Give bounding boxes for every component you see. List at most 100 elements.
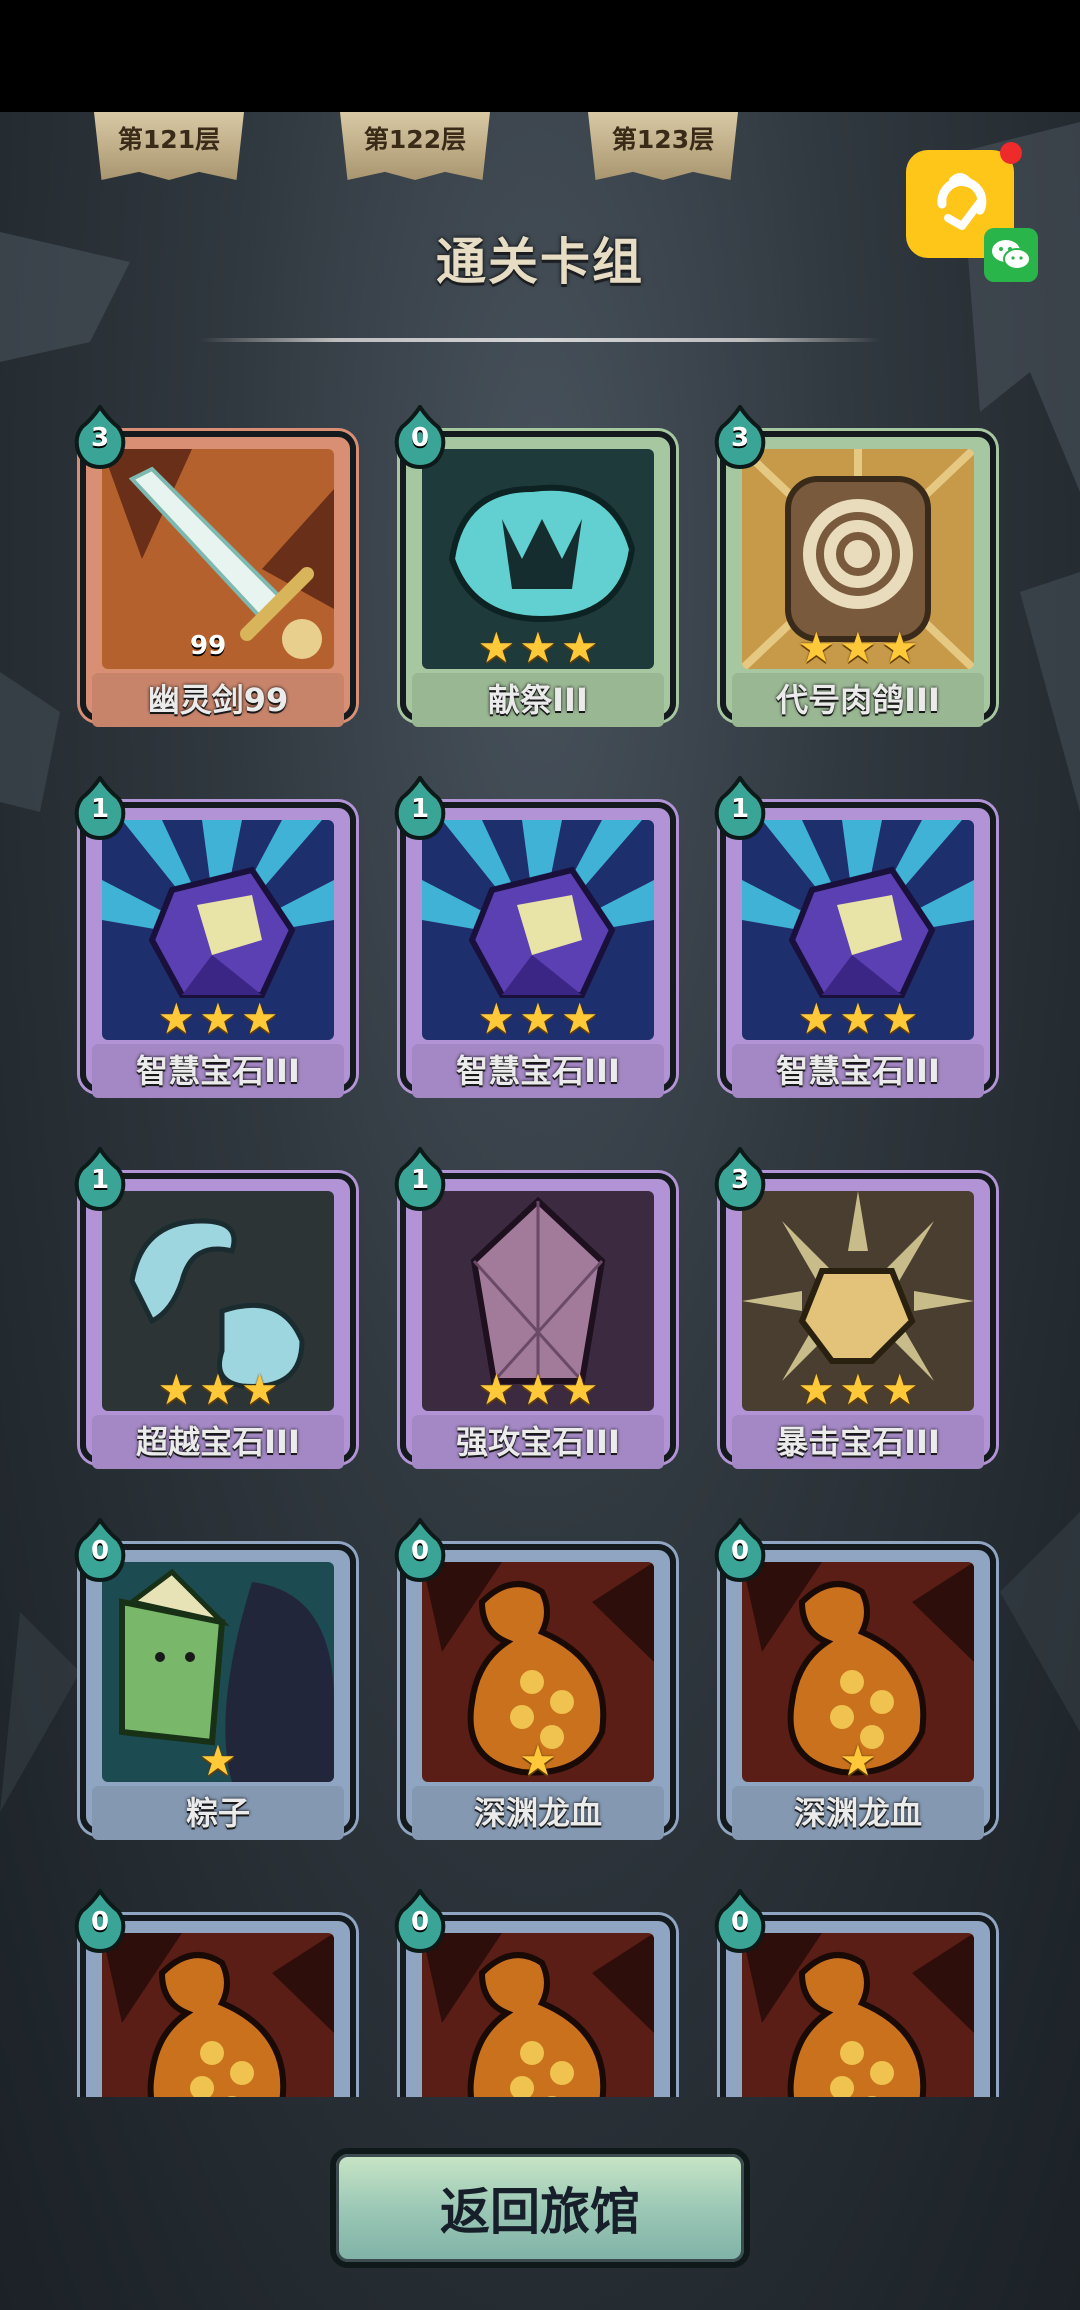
deck-card[interactable]: ★ ★ ★ 强攻宝石III 1 <box>394 1145 676 1469</box>
return-inn-label: 返回旅馆 <box>440 2183 640 2241</box>
energy-cost-icon: 1 <box>712 774 768 842</box>
star-rating: ★ ★ ★ <box>400 1369 676 1411</box>
energy-cost-value: 0 <box>410 423 430 453</box>
floor-label: 第123层 <box>611 125 715 154</box>
star-icon: ★ <box>519 623 557 672</box>
deck-card[interactable]: ★ ★ ★ 超越宝石III 1 <box>74 1145 356 1469</box>
energy-cost-icon: 0 <box>72 1516 128 1584</box>
card-name: 幽灵剑99 <box>92 673 344 727</box>
energy-cost-icon: 0 <box>712 1887 768 1955</box>
star-icon: ★ <box>797 623 836 672</box>
energy-cost-value: 3 <box>730 423 750 453</box>
energy-cost-icon: 0 <box>712 1516 768 1584</box>
star-icon: ★ <box>199 994 237 1043</box>
energy-cost-value: 1 <box>410 794 430 824</box>
card-deck-grid[interactable]: 99 幽灵剑99 3 ★ ★ ★ 献祭III 0 ★ ★ ★ 代号肉鸽III 3 ★ ★ ★ 智慧宝石III 1 ★… <box>0 395 1080 2097</box>
energy-cost-icon: 0 <box>392 1887 448 1955</box>
deck-card[interactable]: ★ ★ ★ 智慧宝石III 1 <box>74 774 356 1098</box>
star-rating: ★ ★ ★ <box>400 998 676 1040</box>
star-icon: ★ <box>157 1365 196 1414</box>
energy-cost-value: 3 <box>90 423 110 453</box>
star-icon: ★ <box>477 623 516 672</box>
deck-card[interactable]: ★ ★ ★ 暴击宝石III 3 <box>714 1145 996 1469</box>
star-icon: ★ <box>560 623 599 672</box>
energy-cost-value: 0 <box>730 1536 750 1566</box>
star-icon: ★ <box>477 1365 516 1414</box>
deck-card[interactable]: ★ 深渊龙血 0 <box>394 1516 676 1840</box>
star-icon: ★ <box>519 994 557 1043</box>
deck-card[interactable]: 99 幽灵剑99 3 <box>74 403 356 727</box>
star-icon: ★ <box>797 1365 836 1414</box>
star-icon: ★ <box>880 1365 919 1414</box>
energy-cost-value: 0 <box>410 1907 430 1937</box>
star-icon: ★ <box>199 1365 237 1414</box>
card-name: 智慧宝石III <box>92 1044 344 1098</box>
star-rating: ★ ★ ★ <box>80 998 356 1040</box>
star-icon: ★ <box>157 994 196 1043</box>
card-name: 代号肉鸽III <box>732 673 984 727</box>
card-name: 超越宝石III <box>92 1415 344 1469</box>
card-name: 智慧宝石III <box>412 1044 664 1098</box>
deck-card[interactable]: ★ 粽子 0 <box>74 1516 356 1840</box>
energy-cost-icon: 0 <box>72 1887 128 1955</box>
star-icon: ★ <box>880 994 919 1043</box>
energy-cost-icon: 0 <box>392 403 448 471</box>
energy-cost-icon: 3 <box>72 403 128 471</box>
deck-card[interactable]: ★ ★ ★ 智慧宝石III 1 <box>714 774 996 1098</box>
page-title: 通关卡组 <box>436 233 644 291</box>
return-inn-button[interactable]: 返回旅馆 <box>330 2148 750 2268</box>
notification-dot <box>1000 142 1022 164</box>
star-icon: ★ <box>560 1365 599 1414</box>
energy-cost-value: 1 <box>90 794 110 824</box>
card-name: 暴击宝石III <box>732 1415 984 1469</box>
deck-card[interactable]: 0 <box>74 1887 356 2097</box>
status-bar <box>0 0 1080 112</box>
deck-card[interactable]: ★ ★ ★ 智慧宝石III 1 <box>394 774 676 1098</box>
energy-cost-icon: 0 <box>392 1516 448 1584</box>
deck-card[interactable]: ★ ★ ★ 献祭III 0 <box>394 403 676 727</box>
energy-cost-icon: 3 <box>712 403 768 471</box>
star-rating: ★ <box>720 1740 996 1782</box>
deck-card[interactable]: 0 <box>394 1887 676 2097</box>
star-rating: ★ <box>400 1740 676 1782</box>
card-name: 深渊龙血 <box>732 1786 984 1840</box>
star-icon: ★ <box>839 1365 877 1414</box>
star-rating: ★ ★ ★ <box>720 627 996 669</box>
star-icon: ★ <box>240 1365 279 1414</box>
energy-cost-value: 1 <box>410 1165 430 1195</box>
energy-cost-value: 3 <box>730 1165 750 1195</box>
floor-tab-121[interactable]: 第121层 <box>94 112 244 180</box>
star-rating: ★ ★ ★ <box>80 1369 356 1411</box>
star-icon: ★ <box>880 623 919 672</box>
title-divider <box>200 338 880 342</box>
deck-card[interactable]: ★ 深渊龙血 0 <box>714 1516 996 1840</box>
energy-cost-icon: 1 <box>72 1145 128 1213</box>
star-icon: ★ <box>839 994 877 1043</box>
star-icon: ★ <box>240 994 279 1043</box>
star-rating: ★ <box>80 1740 356 1782</box>
energy-cost-icon: 1 <box>72 774 128 842</box>
star-icon: ★ <box>839 623 877 672</box>
star-rating: ★ ★ ★ <box>400 627 676 669</box>
floor-label: 第122层 <box>363 125 467 154</box>
star-icon: ★ <box>560 994 599 1043</box>
star-icon: ★ <box>477 994 516 1043</box>
energy-cost-icon: 1 <box>392 774 448 842</box>
star-icon: ★ <box>199 1736 237 1785</box>
floor-tab-123[interactable]: 第123层 <box>588 112 738 180</box>
game-screen: 第121层 第122层 第123层 通关卡组 99 幽灵剑99 3 ★ ★ ★ 献祭III 0… <box>0 0 1080 2310</box>
star-icon: ★ <box>519 1365 557 1414</box>
energy-cost-value: 0 <box>730 1907 750 1937</box>
card-level: 99 <box>190 631 227 661</box>
card-name: 智慧宝石III <box>732 1044 984 1098</box>
card-name: 深渊龙血 <box>412 1786 664 1840</box>
floor-label: 第121层 <box>117 125 221 154</box>
energy-cost-value: 1 <box>90 1165 110 1195</box>
deck-card[interactable]: ★ ★ ★ 代号肉鸽III 3 <box>714 403 996 727</box>
star-icon: ★ <box>839 1736 877 1785</box>
dragon-blood-icon <box>422 1933 654 2097</box>
floor-tab-122[interactable]: 第122层 <box>340 112 490 180</box>
energy-cost-value: 0 <box>90 1536 110 1566</box>
deck-card[interactable]: 0 <box>714 1887 996 2097</box>
energy-cost-value: 0 <box>410 1536 430 1566</box>
